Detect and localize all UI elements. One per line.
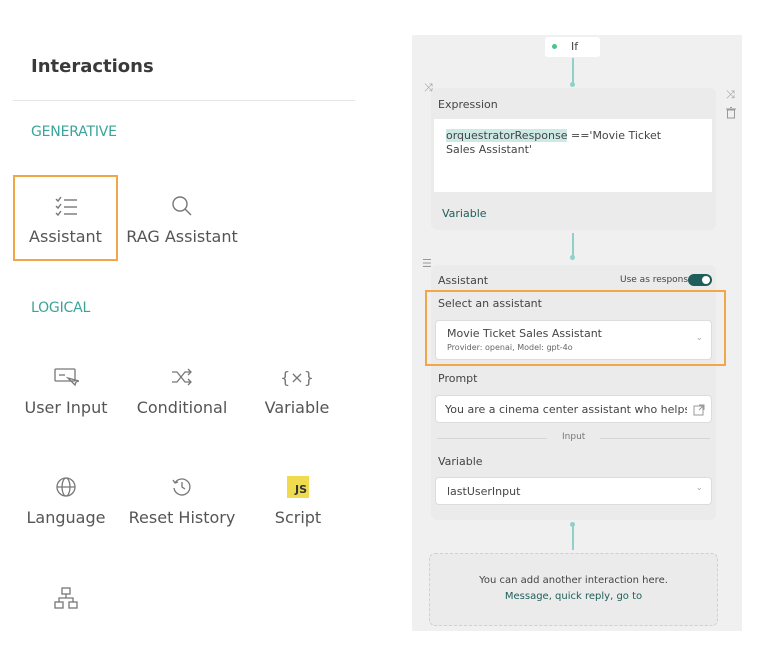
shuffle-icon[interactable]: ⤨: [726, 88, 735, 102]
add-interaction-dropzone[interactable]: You can add another interaction here. Me…: [429, 553, 718, 626]
tile-label: Assistant: [29, 227, 102, 246]
prompt-input[interactable]: You are a cinema center assistant who he…: [435, 395, 712, 423]
search-icon: [123, 191, 241, 221]
tile-reset-history[interactable]: Reset History: [122, 472, 242, 542]
use-as-response-label: Use as response: [620, 275, 694, 285]
selected-assistant-name: Movie Ticket Sales Assistant: [447, 327, 602, 340]
chevron-down-icon: ⌄: [695, 483, 703, 493]
tile-label: Script: [274, 508, 322, 527]
divider: [13, 100, 355, 101]
panel-title: Interactions: [31, 56, 154, 77]
select-assistant-label: Select an assistant: [438, 297, 542, 310]
selected-assistant-meta: Provider: openai, Model: gpt-4o: [447, 343, 573, 352]
tile-label: Language: [26, 508, 106, 527]
connector-dot: [570, 82, 575, 87]
sitemap-icon[interactable]: [53, 586, 79, 614]
assistant-select[interactable]: Movie Ticket Sales Assistant Provider: o…: [435, 320, 712, 360]
tile-label: Reset History: [128, 508, 236, 527]
variable-token: orquestratorResponse: [446, 129, 568, 142]
trash-icon[interactable]: [726, 104, 736, 123]
if-node[interactable]: If: [545, 37, 600, 57]
divider: [600, 438, 710, 439]
prompt-text: You are a cinema center assistant who he…: [445, 403, 687, 416]
chevron-down-icon: ⌄: [695, 333, 703, 343]
divider: [437, 438, 547, 439]
tile-label: RAG Assistant: [126, 227, 238, 246]
status-dot: [552, 44, 557, 49]
connector: [572, 526, 574, 550]
tile-language[interactable]: Language: [18, 472, 114, 542]
tile-label: User Input: [24, 398, 108, 417]
variable-value: lastUserInput: [447, 485, 521, 498]
tile-conditional[interactable]: Conditional: [130, 362, 234, 432]
tile-rag-assistant[interactable]: RAG Assistant: [123, 177, 241, 263]
tile-variable[interactable]: {×} Variable: [250, 362, 344, 432]
tile-script[interactable]: JS Script: [255, 472, 341, 542]
add-hint-text: You can add another interaction here.: [479, 575, 668, 586]
use-as-response-toggle[interactable]: [688, 274, 712, 286]
connector: [572, 233, 574, 257]
if-label: If: [571, 40, 579, 53]
js-badge-icon: JS: [287, 476, 309, 498]
shuffle-icon: [130, 362, 234, 392]
add-hint-links[interactable]: Message, quick reply, go to: [430, 591, 717, 602]
tile-label: Variable: [264, 398, 330, 417]
checklist-icon: [15, 191, 116, 221]
tile-label: Conditional: [136, 398, 228, 417]
connector-dot: [570, 255, 575, 260]
input-cursor-icon: [18, 362, 114, 392]
input-divider-label: Input: [562, 432, 586, 442]
expression-variable-link[interactable]: Variable: [442, 207, 487, 220]
globe-icon: [18, 472, 114, 502]
tile-user-input[interactable]: User Input: [18, 362, 114, 432]
variable-braces-icon: {×}: [280, 367, 314, 387]
variable-label: Variable: [438, 455, 483, 468]
prompt-label: Prompt: [438, 372, 478, 385]
section-generative: GENERATIVE: [31, 124, 117, 140]
section-logical: LOGICAL: [31, 300, 91, 316]
external-link-icon[interactable]: [693, 401, 705, 420]
connector: [572, 58, 574, 84]
history-icon: [122, 472, 242, 502]
variable-select[interactable]: lastUserInput ⌄: [435, 477, 712, 505]
tile-assistant[interactable]: Assistant: [13, 175, 118, 261]
assistant-label: Assistant: [438, 274, 489, 287]
expression-editor[interactable]: orquestratorResponse =='Movie Ticket Sal…: [434, 119, 712, 192]
expression-label: Expression: [438, 98, 498, 111]
